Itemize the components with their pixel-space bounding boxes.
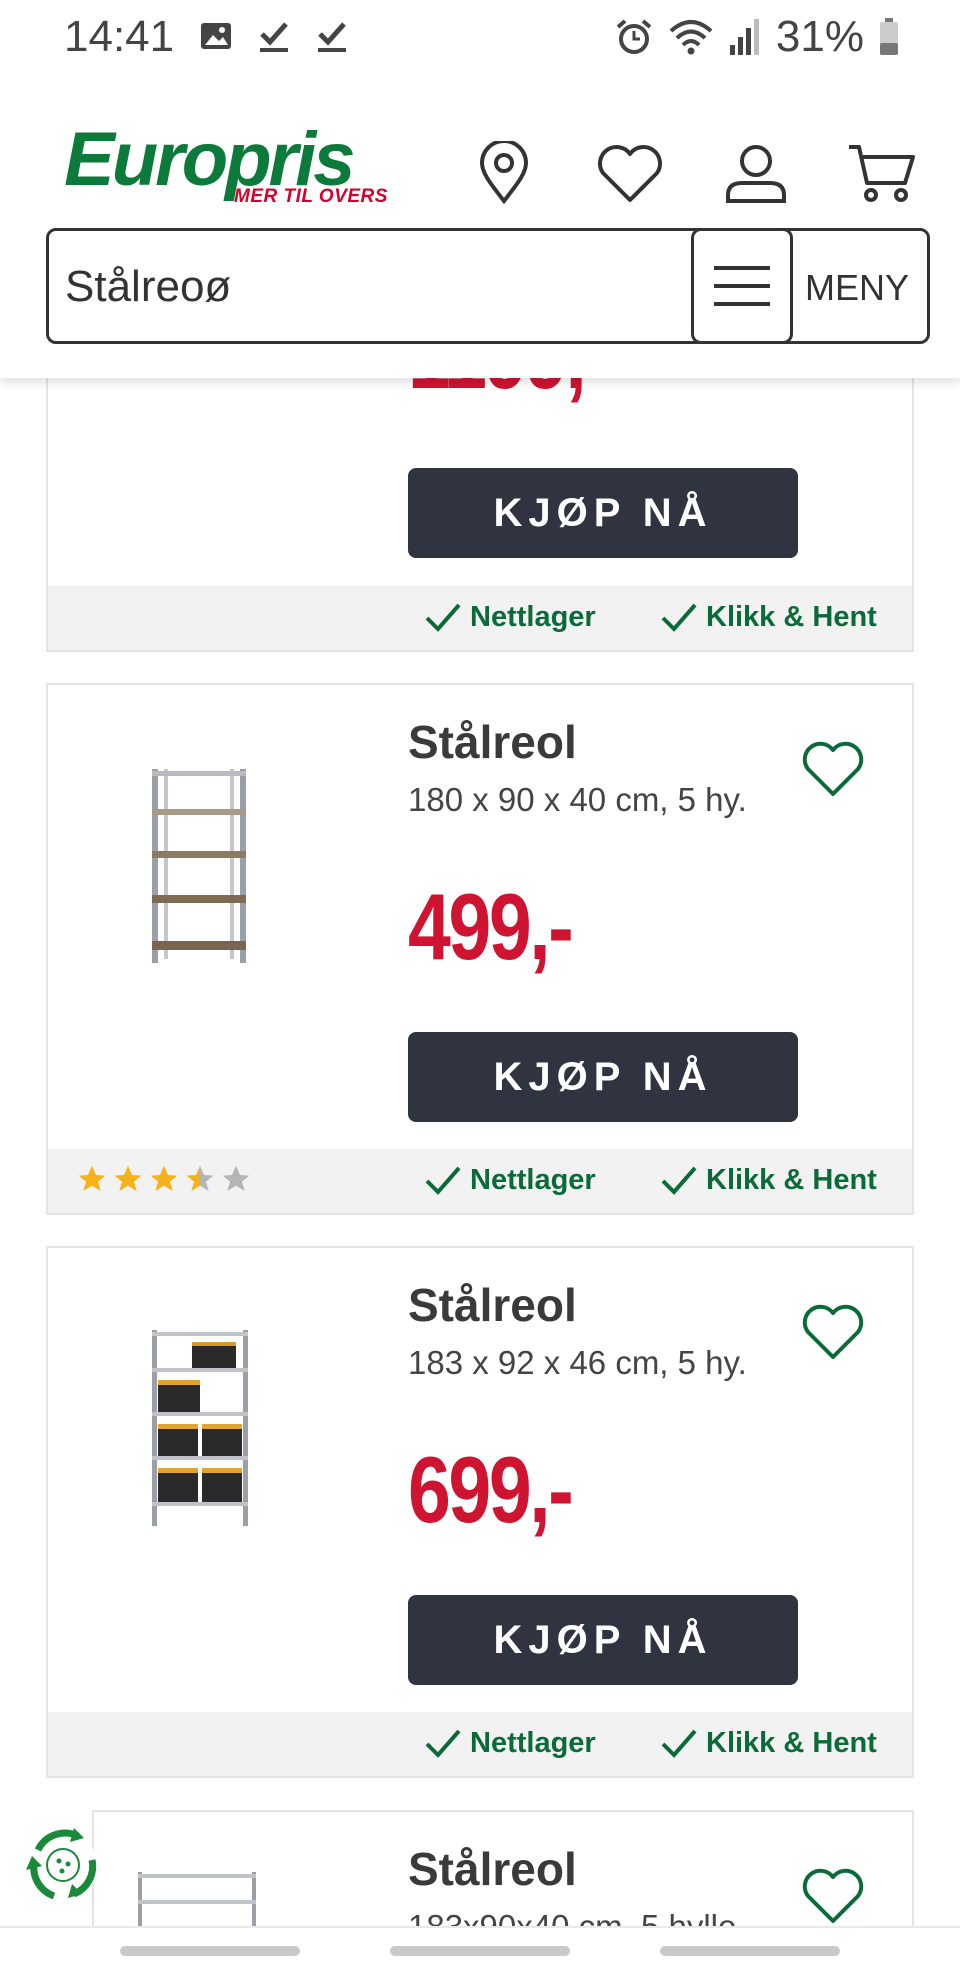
buy-now-button[interactable]: KJØP NÅ xyxy=(408,1032,798,1122)
product-card[interactable]: Stålreol 183 x 92 x 46 cm, 5 hy. 699,- K… xyxy=(46,1246,914,1778)
product-title[interactable]: Stålreol xyxy=(408,715,577,769)
menu-button[interactable] xyxy=(691,228,793,344)
product-image[interactable] xyxy=(148,1328,252,1528)
star-full-icon xyxy=(114,1165,142,1191)
product-card[interactable]: Stålreol 180 x 90 x 40 cm, 5 hy. 499,- K… xyxy=(46,683,914,1215)
checkmark-icon xyxy=(661,603,697,632)
product-description: 180 x 90 x 40 cm, 5 hy. xyxy=(408,781,747,818)
check-download-icon xyxy=(318,22,346,52)
menu-label[interactable]: MENY xyxy=(805,267,909,309)
store-locator-button[interactable] xyxy=(464,133,544,213)
checkmark-icon xyxy=(425,1166,461,1195)
status-icons-right: 31% xyxy=(614,12,900,62)
battery-icon xyxy=(880,18,898,55)
checkmark-icon xyxy=(661,1729,697,1758)
card-footer: Nettlager Klikk & Hent xyxy=(48,1149,912,1213)
recycle-icon[interactable] xyxy=(18,1820,108,1910)
star-half-icon xyxy=(186,1165,214,1191)
logo-tagline: MER TIL OVERS xyxy=(234,186,388,207)
availability-online: Nettlager xyxy=(424,1163,596,1197)
buy-now-button[interactable]: KJØP NÅ xyxy=(408,1595,798,1685)
product-title[interactable]: Stålreol xyxy=(408,1842,577,1896)
checkmark-icon xyxy=(661,1166,697,1195)
product-price: 499,- xyxy=(408,874,574,979)
hamburger-icon xyxy=(714,266,770,306)
cart-button[interactable] xyxy=(842,133,922,213)
checkmark-icon xyxy=(425,603,461,632)
image-icon xyxy=(201,23,231,49)
buy-now-button[interactable]: KJØP NÅ xyxy=(408,468,798,558)
check-download-icon xyxy=(260,22,288,52)
favorite-heart-icon[interactable] xyxy=(800,739,866,799)
product-image[interactable] xyxy=(144,765,254,965)
wifi-icon xyxy=(669,20,713,55)
europris-logo[interactable]: Europris MER TIL OVERS xyxy=(64,116,387,211)
availability-online: Nettlager xyxy=(424,1726,596,1760)
star-full-icon xyxy=(150,1165,178,1191)
site-header: Europris MER TIL OVERS Stålreoø MENY xyxy=(0,78,960,378)
system-nav-bar xyxy=(0,1926,960,1973)
cart-icon xyxy=(849,145,915,202)
user-icon xyxy=(726,145,786,203)
rating-stars xyxy=(76,1163,252,1195)
favorites-button[interactable] xyxy=(590,133,670,213)
alarm-icon xyxy=(616,19,652,54)
favorite-heart-icon[interactable] xyxy=(800,1302,866,1362)
favorite-heart-icon[interactable] xyxy=(800,1866,866,1926)
availability-click-collect: Klikk & Hent xyxy=(660,600,877,634)
location-pin-icon xyxy=(479,141,529,205)
nav-gesture-right[interactable] xyxy=(660,1946,840,1956)
availability-click-collect: Klikk & Hent xyxy=(660,1163,877,1197)
status-time: 14:41 xyxy=(64,12,175,61)
card-footer: Nettlager Klikk & Hent xyxy=(48,1712,912,1776)
product-title[interactable]: Stålreol xyxy=(408,1278,577,1332)
checkmark-icon xyxy=(425,1729,461,1758)
account-button[interactable] xyxy=(716,133,796,213)
signal-icon xyxy=(729,19,759,55)
status-icons-left xyxy=(198,18,350,54)
star-full-icon xyxy=(78,1165,106,1191)
star-empty-icon xyxy=(222,1165,250,1191)
product-description: 183 x 92 x 46 cm, 5 hy. xyxy=(408,1344,747,1381)
heart-icon xyxy=(598,145,662,202)
search-input[interactable]: Stålreoø xyxy=(65,262,231,312)
nav-gesture-left[interactable] xyxy=(120,1946,300,1956)
product-card: 1199,- KJØP NÅ Nettlager Klikk & Hent xyxy=(46,330,914,652)
battery-percent: 31% xyxy=(775,12,864,61)
availability-click-collect: Klikk & Hent xyxy=(660,1726,877,1760)
card-footer: Nettlager Klikk & Hent xyxy=(48,586,912,650)
product-price: 699,- xyxy=(408,1437,574,1542)
status-bar: 14:41 31% xyxy=(0,0,960,78)
availability-online: Nettlager xyxy=(424,600,596,634)
search-bar[interactable]: Stålreoø MENY xyxy=(46,228,930,344)
nav-gesture-home[interactable] xyxy=(390,1946,570,1956)
